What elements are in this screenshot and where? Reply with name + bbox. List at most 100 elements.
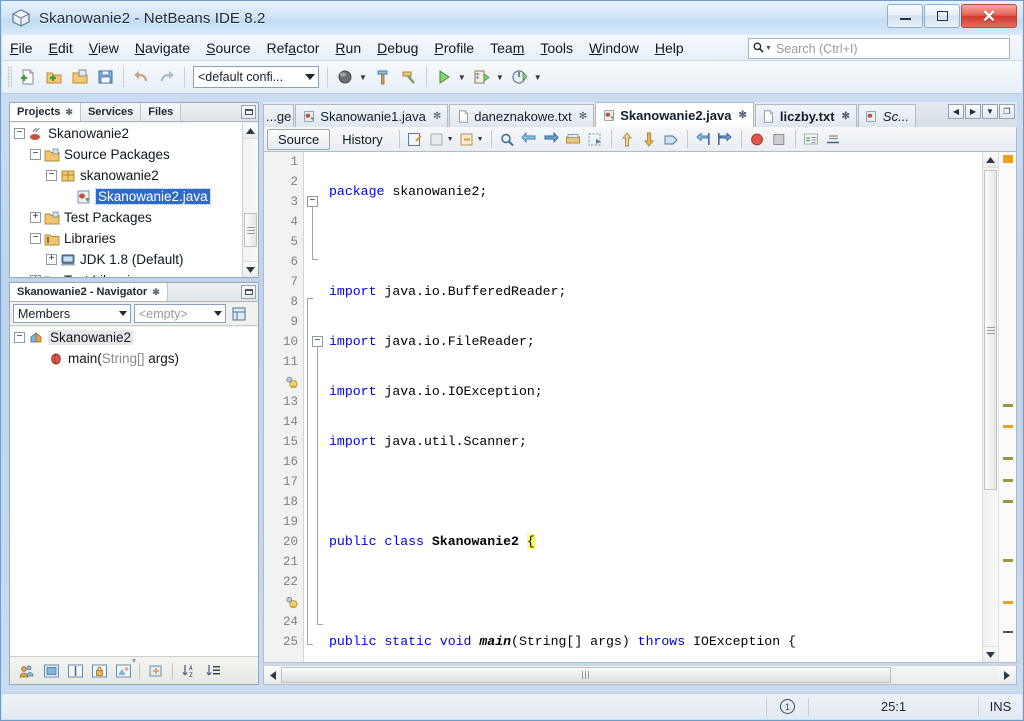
- back-icon[interactable]: [427, 129, 448, 149]
- tab-projects[interactable]: Projects ✻: [10, 103, 81, 121]
- warning-light-bulb-icon[interactable]: [286, 596, 299, 612]
- code-folding-column[interactable]: − −: [305, 152, 323, 662]
- menu-refactor[interactable]: Refactor: [258, 37, 327, 59]
- new-project-icon[interactable]: [42, 65, 66, 89]
- editor-tab-daneznakowe[interactable]: daneznakowe.txt ✻: [449, 104, 595, 127]
- chevron-down-icon[interactable]: ▼: [765, 45, 772, 52]
- collapse-icon[interactable]: −: [14, 128, 25, 139]
- menu-edit[interactable]: Edit: [41, 37, 81, 59]
- profile-project-icon[interactable]: [508, 65, 532, 89]
- close-button[interactable]: ✕: [961, 4, 1017, 28]
- sort-alpha-icon[interactable]: A Z: [178, 661, 200, 681]
- warning-light-bulb-icon[interactable]: [286, 376, 299, 392]
- menu-profile[interactable]: Profile: [426, 37, 482, 59]
- tab-navigator[interactable]: Skanowanie2 - Navigator ✻: [10, 283, 168, 301]
- tab-services[interactable]: Services: [80, 103, 142, 121]
- stripe-mark-warning[interactable]: [1003, 155, 1013, 163]
- previous-bookmark-icon[interactable]: [519, 129, 540, 149]
- scroll-tabs-right-icon[interactable]: ▶: [965, 104, 981, 119]
- menu-navigate[interactable]: Navigate: [127, 37, 198, 59]
- stripe-mark-hint[interactable]: [1003, 457, 1013, 460]
- sort-source-icon[interactable]: [202, 661, 224, 681]
- menu-team[interactable]: Team: [482, 37, 532, 59]
- chevron-down-icon[interactable]: ▼: [458, 73, 466, 82]
- scroll-down-icon[interactable]: [983, 646, 998, 662]
- inspect-members-icon[interactable]: [16, 661, 38, 681]
- scroll-up-icon[interactable]: [243, 123, 258, 139]
- run-project-icon[interactable]: [432, 65, 456, 89]
- tree-row[interactable]: − Source Packages: [10, 144, 258, 165]
- history-view-button[interactable]: History: [331, 129, 393, 150]
- stripe-mark-hint[interactable]: [1003, 479, 1013, 482]
- toolbar-grip[interactable]: [7, 66, 12, 88]
- last-edit-icon[interactable]: [405, 129, 426, 149]
- forward-icon[interactable]: [457, 129, 478, 149]
- tree-row[interactable]: − Skanowanie2: [10, 123, 258, 144]
- comment-icon[interactable]: [801, 129, 822, 149]
- maximize-editor-icon[interactable]: ❐: [999, 104, 1015, 119]
- code-editor[interactable]: 1 2 3 4 5 6 7 8 9 10 11 13 14 15 16 17 1…: [263, 152, 1017, 663]
- close-icon[interactable]: ✻: [842, 111, 850, 122]
- find-selection-icon[interactable]: [497, 129, 518, 149]
- navigator-tree[interactable]: − Skanowanie2 main(String[] args): [10, 327, 258, 656]
- chevron-down-icon[interactable]: ▼: [477, 136, 484, 143]
- menu-view[interactable]: View: [81, 37, 127, 59]
- scroll-right-icon[interactable]: [998, 666, 1015, 684]
- scrollbar-thumb[interactable]: [281, 667, 891, 683]
- tab-files[interactable]: Files: [141, 103, 182, 121]
- clean-and-build-icon[interactable]: [397, 65, 421, 89]
- scroll-left-icon[interactable]: [264, 666, 281, 684]
- clean-build-icon[interactable]: [371, 65, 395, 89]
- scroll-tabs-left-icon[interactable]: ◀: [948, 104, 964, 119]
- menu-help[interactable]: Help: [647, 37, 692, 59]
- stripe-mark-warning[interactable]: [1003, 425, 1013, 428]
- navigator-filters-icon[interactable]: [229, 304, 249, 323]
- menu-run[interactable]: Run: [327, 37, 369, 59]
- navigator-scope-combo[interactable]: Members: [13, 304, 131, 323]
- tree-row-selected[interactable]: Skanowanie2.java: [10, 186, 258, 207]
- projects-tree[interactable]: − Skanowanie2 − Source Packages − skanow…: [10, 123, 258, 277]
- shift-line-right-icon[interactable]: [715, 129, 736, 149]
- stripe-mark-warning[interactable]: [1003, 601, 1013, 604]
- start-macro-recording-icon[interactable]: [747, 129, 768, 149]
- stripe-mark-caret[interactable]: [1003, 631, 1013, 633]
- close-icon[interactable]: ✻: [152, 287, 160, 298]
- toggle-highlight-icon[interactable]: [661, 129, 682, 149]
- navigator-filter-combo[interactable]: <empty>: [134, 304, 226, 323]
- panel-drag-handle[interactable]: ▼: [131, 658, 138, 665]
- chevron-down-icon[interactable]: ▼: [496, 73, 504, 82]
- stop-macro-icon[interactable]: [769, 129, 790, 149]
- build-project-icon[interactable]: [333, 65, 357, 89]
- collapse-icon[interactable]: −: [30, 149, 41, 160]
- tab-list-icon[interactable]: ▼: [982, 104, 998, 119]
- expand-icon[interactable]: +: [30, 212, 41, 223]
- chevron-down-icon[interactable]: ▼: [447, 136, 454, 143]
- toggle-rectangular-selection-icon[interactable]: [585, 129, 606, 149]
- open-project-icon[interactable]: [68, 65, 92, 89]
- tree-row[interactable]: + Test Libraries: [10, 270, 258, 277]
- scrollbar-thumb[interactable]: [984, 170, 997, 490]
- tree-row[interactable]: + JDK 1.8 (Default): [10, 249, 258, 270]
- toggle-bookmark-icon[interactable]: [563, 129, 584, 149]
- tree-row[interactable]: − skanowanie2: [10, 165, 258, 186]
- scrollbar-thumb[interactable]: [244, 213, 257, 247]
- close-icon[interactable]: ✻: [738, 110, 746, 121]
- full-window-icon[interactable]: [40, 661, 62, 681]
- editor-tab-skanowanie1[interactable]: Skanowanie1.java ✻: [295, 104, 449, 127]
- close-icon[interactable]: ✻: [433, 111, 441, 122]
- editor-tab-skanowanie2[interactable]: Skanowanie2.java ✻: [595, 102, 754, 127]
- undo-icon[interactable]: [129, 65, 153, 89]
- tree-row[interactable]: main(String[] args): [10, 348, 258, 369]
- split-window-icon[interactable]: [64, 661, 86, 681]
- open-editor-icon[interactable]: [145, 661, 167, 681]
- collapse-icon[interactable]: −: [30, 233, 41, 244]
- editor-tab-clipped[interactable]: ...ge: [263, 104, 295, 127]
- editor-tab-sc[interactable]: Sc...: [857, 104, 916, 127]
- shift-line-left-icon[interactable]: [693, 129, 714, 149]
- save-all-icon[interactable]: [94, 65, 118, 89]
- chevron-down-icon[interactable]: ▼: [359, 73, 367, 82]
- minimize-window-icon[interactable]: [241, 105, 256, 119]
- menu-tools[interactable]: Tools: [532, 37, 581, 59]
- next-error-icon[interactable]: [639, 129, 660, 149]
- tree-row[interactable]: − Skanowanie2: [10, 327, 258, 348]
